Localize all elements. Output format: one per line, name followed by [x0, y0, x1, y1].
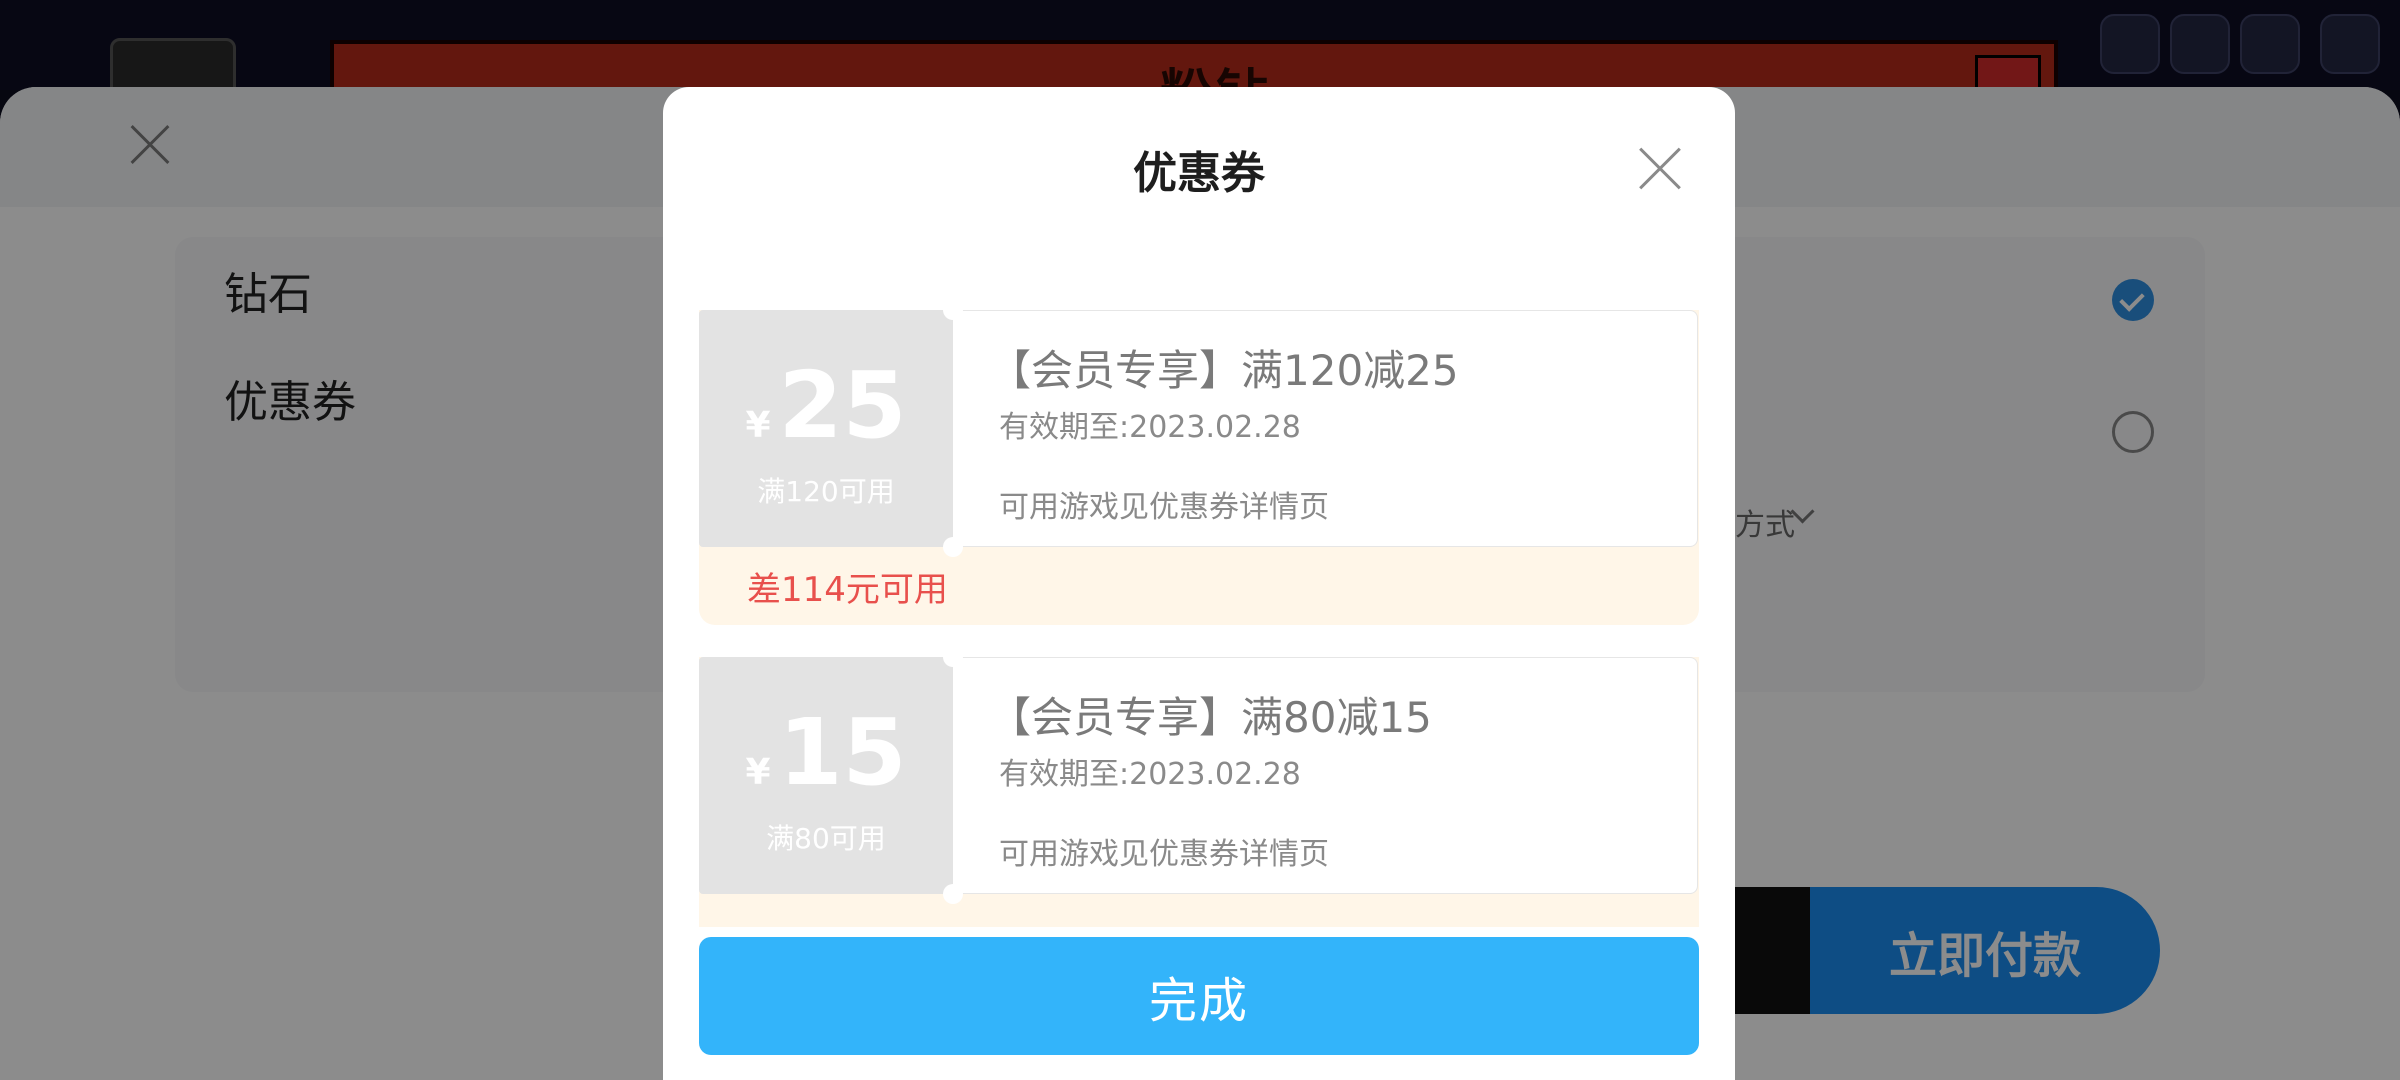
ticket-notch — [943, 300, 963, 320]
coupon-modal: 优惠券 ¥25 满120可用 【会员专享】满120减25 有效期至:2023.0… — [663, 87, 1735, 1080]
coupon-card[interactable]: ¥15 满80可用 【会员专享】满80减15 有效期至:2023.02.28 可… — [699, 647, 1699, 927]
coupon-stub: ¥15 满80可用 — [699, 657, 953, 894]
coupon-title: 【会员专享】满80减15 — [989, 693, 1432, 742]
coupon-condition: 满80可用 — [766, 822, 886, 855]
currency-symbol: ¥ — [745, 405, 771, 446]
ticket-notch — [943, 537, 963, 557]
coupon-value: 25 — [778, 352, 907, 459]
coupon-title: 【会员专享】满120减25 — [989, 346, 1459, 395]
coupon-ticket: ¥25 满120可用 【会员专享】满120减25 有效期至:2023.02.28… — [699, 300, 1699, 557]
coupon-amount: ¥15 — [699, 699, 953, 806]
coupon-condition: 满120可用 — [757, 475, 895, 508]
coupon-value: 15 — [778, 699, 907, 806]
coupon-ticket: ¥15 满80可用 【会员专享】满80减15 有效期至:2023.02.28 可… — [699, 647, 1699, 904]
coupon-card[interactable]: ¥25 满120可用 【会员专享】满120减25 有效期至:2023.02.28… — [699, 300, 1699, 625]
done-button[interactable]: 完成 — [699, 937, 1699, 1055]
coupon-details: 【会员专享】满120减25 有效期至:2023.02.28 可用游戏见优惠券详情… — [953, 310, 1698, 547]
ticket-notch — [943, 647, 963, 667]
coupon-note: 可用游戏见优惠券详情页 — [999, 490, 1329, 525]
coupon-stub: ¥25 满120可用 — [699, 310, 953, 547]
coupon-expiry: 有效期至:2023.02.28 — [999, 757, 1301, 792]
coupon-note: 可用游戏见优惠券详情页 — [999, 837, 1329, 872]
ticket-notch — [943, 884, 963, 904]
coupon-details: 【会员专享】满80减15 有效期至:2023.02.28 可用游戏见优惠券详情页 — [953, 657, 1698, 894]
coupon-amount: ¥25 — [699, 352, 953, 459]
coupon-shortfall: 差114元可用 — [747, 570, 948, 610]
coupon-expiry: 有效期至:2023.02.28 — [999, 410, 1301, 445]
currency-symbol: ¥ — [745, 752, 771, 793]
modal-title: 优惠券 — [1133, 148, 1265, 199]
close-icon[interactable] — [1638, 147, 1682, 191]
